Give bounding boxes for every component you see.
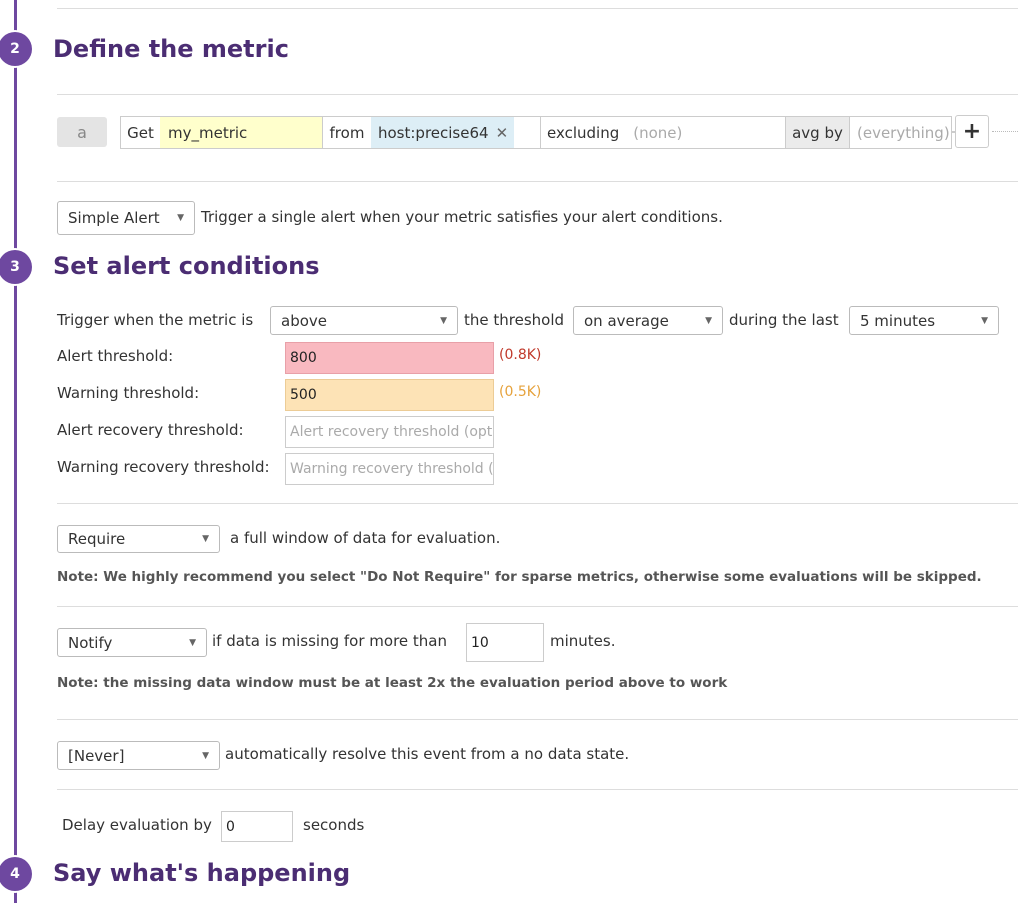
- full-window-note: Note: We highly recommend you select "Do…: [57, 569, 982, 585]
- add-query-button[interactable]: +: [955, 115, 989, 148]
- comparator-value: above: [281, 311, 327, 330]
- auto-resolve-text: automatically resolve this event from a …: [225, 745, 630, 763]
- divider: [57, 606, 1018, 607]
- divider: [57, 8, 1018, 9]
- auto-resolve-value: [Never]: [68, 746, 125, 765]
- query-editor: Get my_metric from host:precise64 ✕ excl…: [120, 116, 952, 149]
- alert-threshold-label: Alert threshold:: [57, 347, 174, 365]
- excluding-field[interactable]: excluding (none): [541, 117, 786, 148]
- query-letter-badge: a: [57, 117, 107, 147]
- chevron-down-icon: ▼: [981, 315, 988, 326]
- chevron-down-icon: ▼: [177, 213, 184, 223]
- missing-minutes-input[interactable]: 10: [466, 623, 544, 662]
- auto-resolve-select[interactable]: [Never] ▼: [57, 741, 220, 770]
- minutes-label: minutes.: [550, 632, 616, 650]
- avg-by-label: avg by: [786, 117, 850, 148]
- section-title-alert-conditions: Set alert conditions: [53, 252, 320, 280]
- warning-threshold-hint: (0.5K): [499, 384, 542, 400]
- full-window-value: Require: [68, 530, 126, 548]
- warning-recovery-label: Warning recovery threshold:: [57, 458, 270, 476]
- remove-tag-icon[interactable]: ✕: [496, 124, 509, 142]
- alert-recovery-label: Alert recovery threshold:: [57, 421, 244, 439]
- section-title-define-metric: Define the metric: [53, 35, 289, 63]
- warning-threshold-label: Warning threshold:: [57, 384, 200, 402]
- threshold-label: the threshold: [464, 311, 565, 329]
- warning-recovery-input[interactable]: Warning recovery threshold (optional): [285, 453, 494, 485]
- step-3-badge: 3: [0, 250, 32, 284]
- alert-recovery-input[interactable]: Alert recovery threshold (optional): [285, 416, 494, 448]
- from-tag-label: host:precise64: [378, 123, 489, 142]
- timeframe-value: 5 minutes: [860, 311, 936, 330]
- chevron-down-icon: ▼: [202, 534, 209, 544]
- full-window-select[interactable]: Require ▼: [57, 525, 220, 553]
- section-title-say-whats-happening: Say what's happening: [53, 859, 351, 887]
- aggregation-value: on average: [584, 311, 669, 330]
- during-label: during the last: [729, 311, 839, 329]
- chevron-down-icon: ▼: [202, 750, 209, 761]
- missing-data-select[interactable]: Notify ▼: [57, 628, 207, 657]
- step-4-badge: 4: [0, 857, 32, 891]
- chevron-down-icon: ▼: [440, 315, 447, 326]
- get-label: Get: [127, 123, 154, 142]
- delay-input[interactable]: 0: [221, 811, 293, 842]
- alert-threshold-input[interactable]: 800: [285, 342, 494, 374]
- alert-type-description: Trigger a single alert when your metric …: [201, 208, 723, 226]
- warning-threshold-input[interactable]: 500: [285, 379, 494, 411]
- alert-threshold-hint: (0.8K): [499, 347, 542, 363]
- comparator-select[interactable]: above ▼: [270, 306, 458, 335]
- divider: [57, 94, 1018, 95]
- missing-data-text: if data is missing for more than: [212, 632, 447, 650]
- chevron-down-icon: ▼: [189, 637, 196, 648]
- avg-by-field[interactable]: (everything): [850, 117, 951, 148]
- from-label: from: [329, 123, 365, 142]
- delay-label: Delay evaluation by: [62, 816, 212, 834]
- excluding-label: excluding: [547, 123, 620, 142]
- trigger-prefix-label: Trigger when the metric is: [57, 311, 254, 329]
- missing-data-note: Note: the missing data window must be at…: [57, 675, 728, 691]
- excluding-value: (none): [633, 123, 683, 142]
- aggregation-select[interactable]: on average ▼: [573, 306, 723, 335]
- timeframe-select[interactable]: 5 minutes ▼: [849, 306, 999, 335]
- divider: [57, 181, 1018, 182]
- timeline-line: [14, 0, 17, 903]
- divider: [57, 719, 1018, 720]
- alert-type-value: Simple Alert: [68, 209, 160, 227]
- step-2-badge: 2: [0, 32, 32, 66]
- from-input-spacer[interactable]: [514, 117, 541, 148]
- divider: [57, 503, 1018, 504]
- missing-data-value: Notify: [68, 633, 113, 652]
- divider: [57, 789, 1018, 790]
- metric-field[interactable]: my_metric: [160, 117, 323, 148]
- chevron-down-icon: ▼: [705, 315, 712, 326]
- dotted-connector: [992, 131, 1018, 132]
- alert-type-select[interactable]: Simple Alert ▼: [57, 201, 195, 235]
- from-tag[interactable]: host:precise64 ✕: [371, 117, 514, 148]
- delay-unit: seconds: [303, 816, 365, 834]
- full-window-text: a full window of data for evaluation.: [230, 529, 501, 547]
